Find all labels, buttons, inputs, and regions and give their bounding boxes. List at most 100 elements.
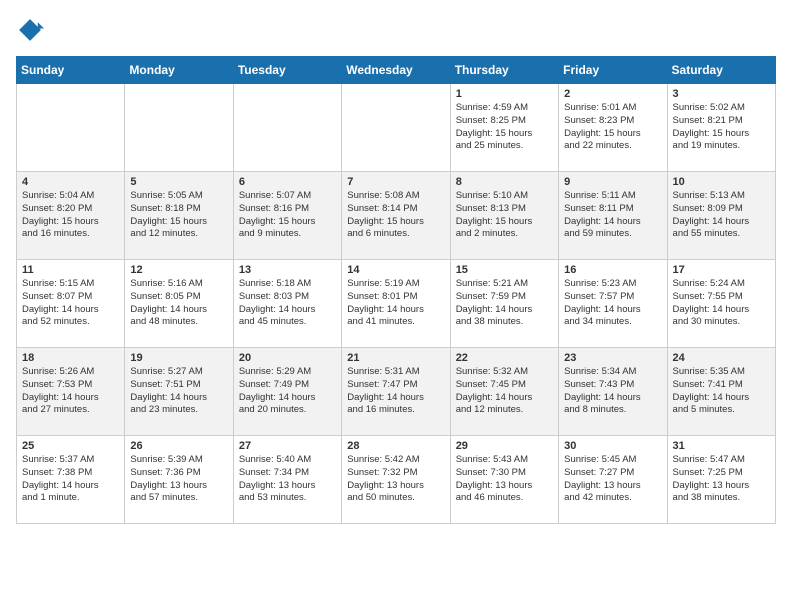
calendar-cell: 4 Sunrise: 5:04 AM Sunset: 8:20 PM Daylig… <box>17 172 125 260</box>
column-header-tuesday: Tuesday <box>233 57 341 84</box>
week-row-1: 1 Sunrise: 4:59 AM Sunset: 8:25 PM Daylig… <box>17 84 776 172</box>
calendar-cell: 6 Sunrise: 5:07 AM Sunset: 8:16 PM Daylig… <box>233 172 341 260</box>
calendar-cell: 28Sunrise: 5:42 AM Sunset: 7:32 PM Dayli… <box>342 436 450 524</box>
calendar-cell: 16Sunrise: 5:23 AM Sunset: 7:57 PM Dayli… <box>559 260 667 348</box>
calendar-cell: 3 Sunrise: 5:02 AM Sunset: 8:21 PM Daylig… <box>667 84 775 172</box>
calendar-cell: 30 Sunrise: 5:45 AM Sunset: 7:27 PM Dayli… <box>559 436 667 524</box>
day-number: 3 <box>673 88 770 100</box>
day-number: 19 <box>130 352 227 364</box>
day-number: 18 <box>22 352 119 364</box>
column-header-monday: Monday <box>125 57 233 84</box>
calendar-cell: 2 Sunrise: 5:01 AM Sunset: 8:23 PM Daylig… <box>559 84 667 172</box>
day-info: Sunrise: 5:27 AM Sunset: 7:51 PM Dayligh… <box>130 366 227 417</box>
calendar-cell: 10 Sunrise: 5:13 AM Sunset: 8:09 PM Dayli… <box>667 172 775 260</box>
logo <box>16 16 48 44</box>
day-info: Sunrise: 5:35 AM Sunset: 7:41 PM Dayligh… <box>673 366 770 417</box>
calendar-cell: 25 Sunrise: 5:37 AM Sunset: 7:38 PM Dayli… <box>17 436 125 524</box>
calendar-cell: 17Sunrise: 5:24 AM Sunset: 7:55 PM Dayli… <box>667 260 775 348</box>
logo-icon <box>16 16 44 44</box>
day-number: 17 <box>673 264 770 276</box>
day-number: 26 <box>130 440 227 452</box>
calendar-cell: 11 Sunrise: 5:15 AM Sunset: 8:07 PM Dayli… <box>17 260 125 348</box>
day-info: Sunrise: 5:04 AM Sunset: 8:20 PM Dayligh… <box>22 190 119 241</box>
calendar-cell: 8Sunrise: 5:10 AM Sunset: 8:13 PM Daylig… <box>450 172 558 260</box>
calendar-cell: 31 Sunrise: 5:47 AM Sunset: 7:25 PM Dayli… <box>667 436 775 524</box>
day-number: 30 <box>564 440 661 452</box>
page-header <box>16 16 776 44</box>
day-info: Sunrise: 5:21 AM Sunset: 7:59 PM Dayligh… <box>456 278 553 329</box>
day-number: 7 <box>347 176 444 188</box>
header-row: SundayMondayTuesdayWednesdayThursdayFrid… <box>17 57 776 84</box>
column-header-saturday: Saturday <box>667 57 775 84</box>
calendar-cell: 1 Sunrise: 4:59 AM Sunset: 8:25 PM Daylig… <box>450 84 558 172</box>
day-info: Sunrise: 5:40 AM Sunset: 7:34 PM Dayligh… <box>239 454 336 505</box>
calendar-cell: 5 Sunrise: 5:05 AM Sunset: 8:18 PM Daylig… <box>125 172 233 260</box>
calendar-cell: 15 Sunrise: 5:21 AM Sunset: 7:59 PM Dayli… <box>450 260 558 348</box>
page-container: SundayMondayTuesdayWednesdayThursdayFrid… <box>16 16 776 524</box>
week-row-4: 18 Sunrise: 5:26 AM Sunset: 7:53 PM Dayli… <box>17 348 776 436</box>
day-number: 9 <box>564 176 661 188</box>
calendar-cell: 22 Sunrise: 5:32 AM Sunset: 7:45 PM Dayli… <box>450 348 558 436</box>
day-number: 11 <box>22 264 119 276</box>
day-info: Sunrise: 5:47 AM Sunset: 7:25 PM Dayligh… <box>673 454 770 505</box>
calendar-cell <box>233 84 341 172</box>
calendar-cell: 19 Sunrise: 5:27 AM Sunset: 7:51 PM Dayli… <box>125 348 233 436</box>
day-info: Sunrise: 5:15 AM Sunset: 8:07 PM Dayligh… <box>22 278 119 329</box>
calendar-cell: 24Sunrise: 5:35 AM Sunset: 7:41 PM Dayli… <box>667 348 775 436</box>
calendar-cell: 21 Sunrise: 5:31 AM Sunset: 7:47 PM Dayli… <box>342 348 450 436</box>
week-row-2: 4 Sunrise: 5:04 AM Sunset: 8:20 PM Daylig… <box>17 172 776 260</box>
calendar-cell: 13Sunrise: 5:18 AM Sunset: 8:03 PM Dayli… <box>233 260 341 348</box>
day-info: Sunrise: 5:13 AM Sunset: 8:09 PM Dayligh… <box>673 190 770 241</box>
calendar-cell: 26 Sunrise: 5:39 AM Sunset: 7:36 PM Dayli… <box>125 436 233 524</box>
day-info: Sunrise: 5:07 AM Sunset: 8:16 PM Dayligh… <box>239 190 336 241</box>
day-info: Sunrise: 5:31 AM Sunset: 7:47 PM Dayligh… <box>347 366 444 417</box>
day-info: Sunrise: 5:16 AM Sunset: 8:05 PM Dayligh… <box>130 278 227 329</box>
column-header-wednesday: Wednesday <box>342 57 450 84</box>
day-info: Sunrise: 5:39 AM Sunset: 7:36 PM Dayligh… <box>130 454 227 505</box>
day-number: 15 <box>456 264 553 276</box>
day-info: Sunrise: 5:02 AM Sunset: 8:21 PM Dayligh… <box>673 102 770 153</box>
day-info: Sunrise: 5:37 AM Sunset: 7:38 PM Dayligh… <box>22 454 119 505</box>
day-number: 6 <box>239 176 336 188</box>
calendar-cell: 27 Sunrise: 5:40 AM Sunset: 7:34 PM Dayli… <box>233 436 341 524</box>
day-info: Sunrise: 5:05 AM Sunset: 8:18 PM Dayligh… <box>130 190 227 241</box>
day-info: Sunrise: 5:26 AM Sunset: 7:53 PM Dayligh… <box>22 366 119 417</box>
day-number: 27 <box>239 440 336 452</box>
calendar-cell: 7Sunrise: 5:08 AM Sunset: 8:14 PM Daylig… <box>342 172 450 260</box>
day-info: Sunrise: 5:11 AM Sunset: 8:11 PM Dayligh… <box>564 190 661 241</box>
calendar-cell: 29Sunrise: 5:43 AM Sunset: 7:30 PM Dayli… <box>450 436 558 524</box>
day-number: 2 <box>564 88 661 100</box>
day-number: 21 <box>347 352 444 364</box>
day-number: 10 <box>673 176 770 188</box>
calendar-cell <box>125 84 233 172</box>
day-number: 25 <box>22 440 119 452</box>
calendar-cell <box>17 84 125 172</box>
day-info: Sunrise: 5:45 AM Sunset: 7:27 PM Dayligh… <box>564 454 661 505</box>
day-number: 13 <box>239 264 336 276</box>
calendar-cell <box>342 84 450 172</box>
day-info: Sunrise: 5:32 AM Sunset: 7:45 PM Dayligh… <box>456 366 553 417</box>
day-number: 4 <box>22 176 119 188</box>
column-header-thursday: Thursday <box>450 57 558 84</box>
day-number: 5 <box>130 176 227 188</box>
day-info: Sunrise: 5:43 AM Sunset: 7:30 PM Dayligh… <box>456 454 553 505</box>
calendar-cell: 20 Sunrise: 5:29 AM Sunset: 7:49 PM Dayli… <box>233 348 341 436</box>
day-number: 8 <box>456 176 553 188</box>
day-number: 1 <box>456 88 553 100</box>
day-info: Sunrise: 5:29 AM Sunset: 7:49 PM Dayligh… <box>239 366 336 417</box>
column-header-friday: Friday <box>559 57 667 84</box>
day-info: Sunrise: 5:19 AM Sunset: 8:01 PM Dayligh… <box>347 278 444 329</box>
calendar-cell: 18 Sunrise: 5:26 AM Sunset: 7:53 PM Dayli… <box>17 348 125 436</box>
day-number: 31 <box>673 440 770 452</box>
day-number: 20 <box>239 352 336 364</box>
day-info: Sunrise: 5:01 AM Sunset: 8:23 PM Dayligh… <box>564 102 661 153</box>
day-number: 12 <box>130 264 227 276</box>
day-number: 22 <box>456 352 553 364</box>
calendar-cell: 14 Sunrise: 5:19 AM Sunset: 8:01 PM Dayli… <box>342 260 450 348</box>
day-number: 14 <box>347 264 444 276</box>
day-info: Sunrise: 4:59 AM Sunset: 8:25 PM Dayligh… <box>456 102 553 153</box>
day-info: Sunrise: 5:23 AM Sunset: 7:57 PM Dayligh… <box>564 278 661 329</box>
calendar-cell: 9 Sunrise: 5:11 AM Sunset: 8:11 PM Daylig… <box>559 172 667 260</box>
calendar-cell: 23Sunrise: 5:34 AM Sunset: 7:43 PM Dayli… <box>559 348 667 436</box>
week-row-5: 25 Sunrise: 5:37 AM Sunset: 7:38 PM Dayli… <box>17 436 776 524</box>
